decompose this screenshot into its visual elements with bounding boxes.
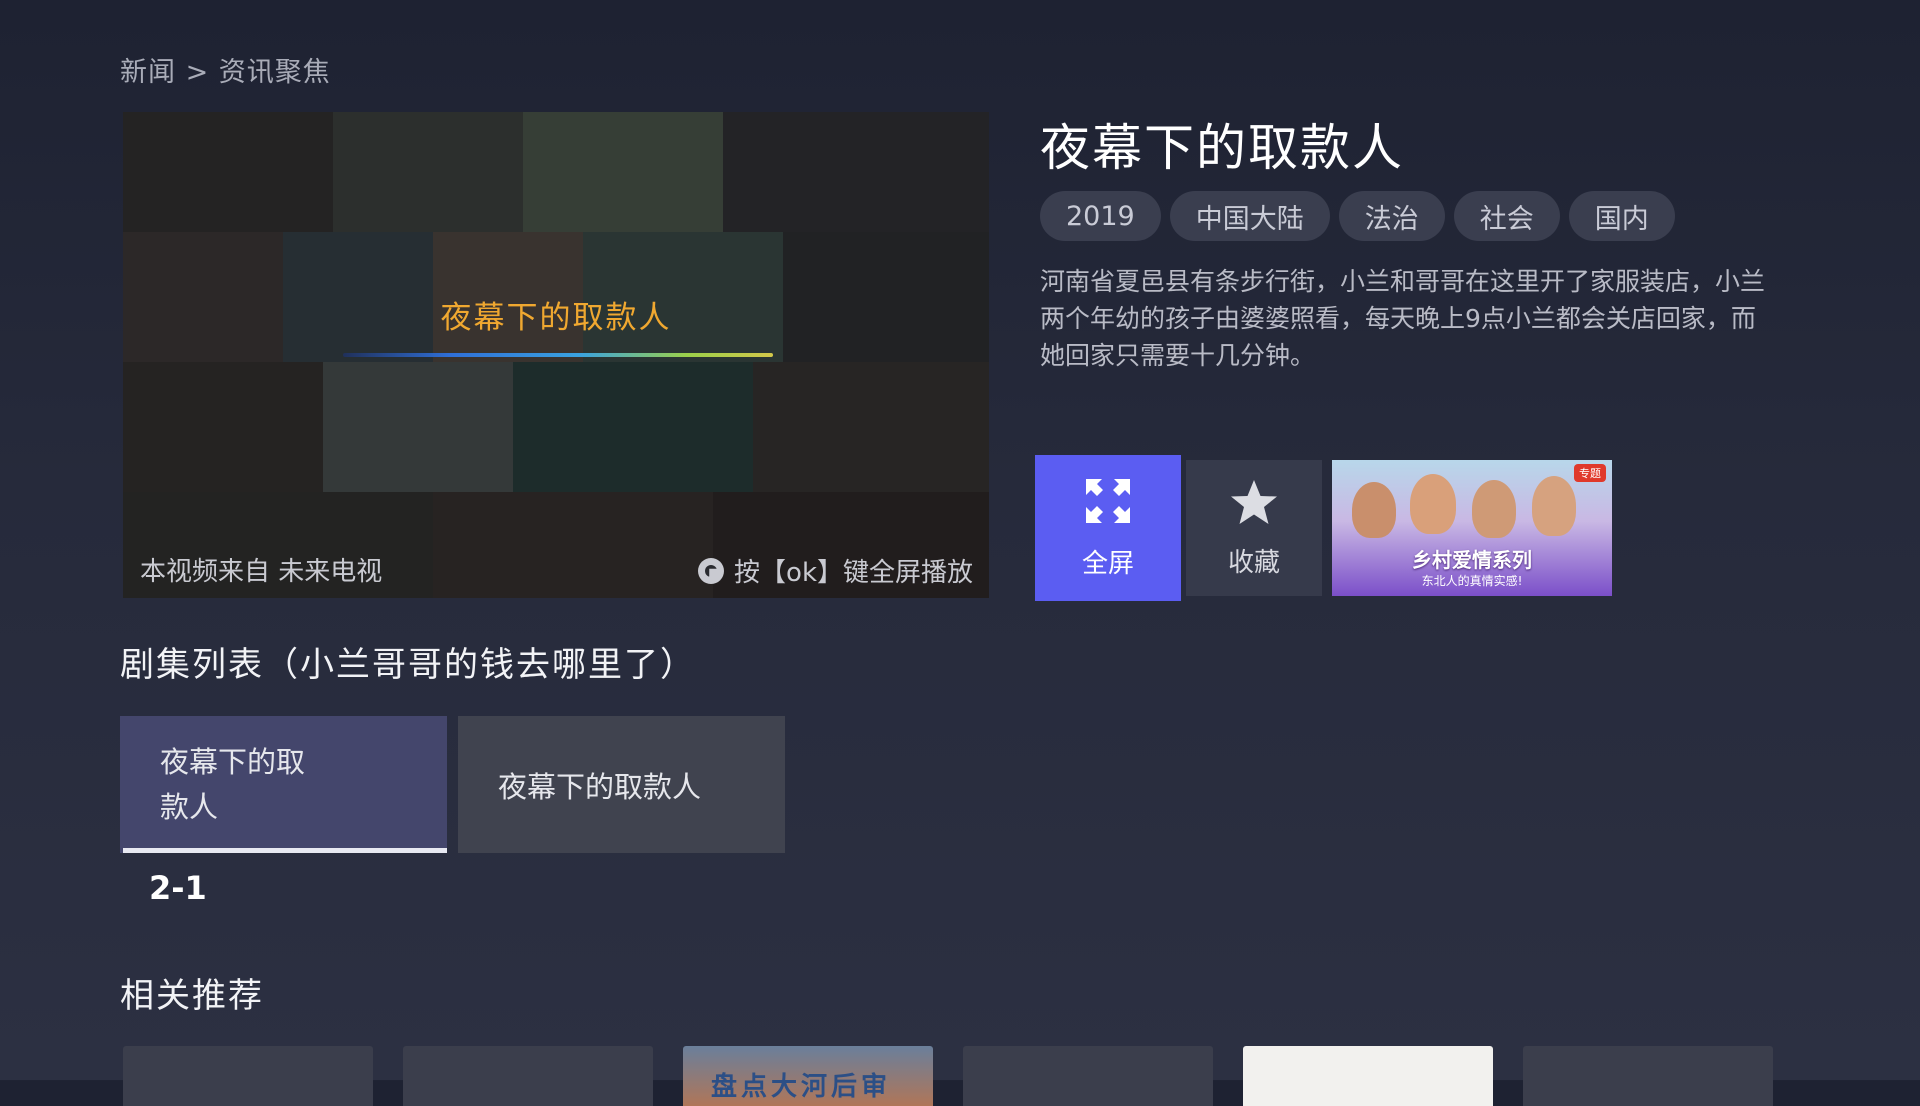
recommend-item[interactable]	[1523, 1046, 1773, 1106]
promo-figure	[1532, 476, 1576, 536]
breadcrumb: 新闻 > 资讯聚焦	[120, 57, 331, 88]
fullscreen-label: 全屏	[1081, 548, 1134, 579]
favorite-button[interactable]: 收藏	[1186, 460, 1322, 596]
recommend-item[interactable]	[403, 1046, 653, 1106]
loading-bar	[343, 353, 773, 357]
episode-range-label[interactable]: 2-1	[149, 869, 207, 907]
recommend-item[interactable]	[1243, 1046, 1493, 1106]
tag-topic: 社会	[1453, 191, 1560, 241]
recommend-item[interactable]	[963, 1046, 1213, 1106]
recommend-item[interactable]	[123, 1046, 373, 1106]
star-icon	[1231, 479, 1277, 524]
video-player[interactable]: 夜幕下的取款人 本视频来自 未来电视 按【ok】键全屏播放	[123, 112, 989, 598]
tag-category: 法治	[1338, 191, 1445, 241]
tag-region: 中国大陆	[1169, 191, 1330, 241]
video-source-text: 本视频来自 未来电视	[140, 557, 383, 587]
promo-subtitle: 东北人的真情实感!	[1421, 574, 1523, 588]
ok-button-icon	[698, 557, 725, 584]
episode-item-active[interactable]: 夜幕下的取 款人	[120, 716, 447, 853]
program-title: 夜幕下的取款人	[1040, 119, 1404, 177]
promo-banner[interactable]: 专题 乡村爱情系列 东北人的真情实感!	[1332, 460, 1612, 596]
active-underline	[123, 848, 447, 853]
episode-label: 夜幕下的取 款人	[160, 744, 306, 824]
fullscreen-button[interactable]: 全屏	[1035, 455, 1181, 601]
episode-list-title: 剧集列表（小兰哥哥的钱去哪里了）	[120, 645, 696, 685]
promo-figure	[1352, 482, 1396, 538]
promo-figure	[1472, 480, 1516, 538]
tag-year: 2019	[1040, 191, 1161, 241]
recommend-row: 盘点大河后审	[123, 1046, 1773, 1106]
episode-item[interactable]: 夜幕下的取款人	[458, 716, 785, 853]
promo-badge: 专题	[1574, 464, 1606, 482]
program-description: 河南省夏邑县有条步行街，小兰和哥哥在这里开了家服装店，小兰两个年幼的孩子由婆婆照…	[1040, 267, 1766, 370]
recommend-caption: 盘点大河后审	[711, 1072, 892, 1102]
episode-label: 夜幕下的取款人	[498, 769, 702, 804]
promo-figure	[1410, 474, 1456, 534]
tag-list: 2019 中国大陆 法治 社会 国内	[1040, 191, 1675, 241]
favorite-label: 收藏	[1227, 547, 1280, 578]
tag-scope: 国内	[1568, 191, 1675, 241]
fullscreen-hint-text: 按【ok】键全屏播放	[734, 558, 973, 588]
fullscreen-hint: 按【ok】键全屏播放	[698, 552, 973, 589]
fullscreen-icon	[1086, 478, 1130, 523]
recommend-title: 相关推荐	[120, 976, 264, 1016]
promo-title: 乡村爱情系列	[1412, 548, 1532, 572]
recommend-item[interactable]: 盘点大河后审	[683, 1046, 933, 1106]
player-overlay-title: 夜幕下的取款人	[440, 300, 672, 336]
